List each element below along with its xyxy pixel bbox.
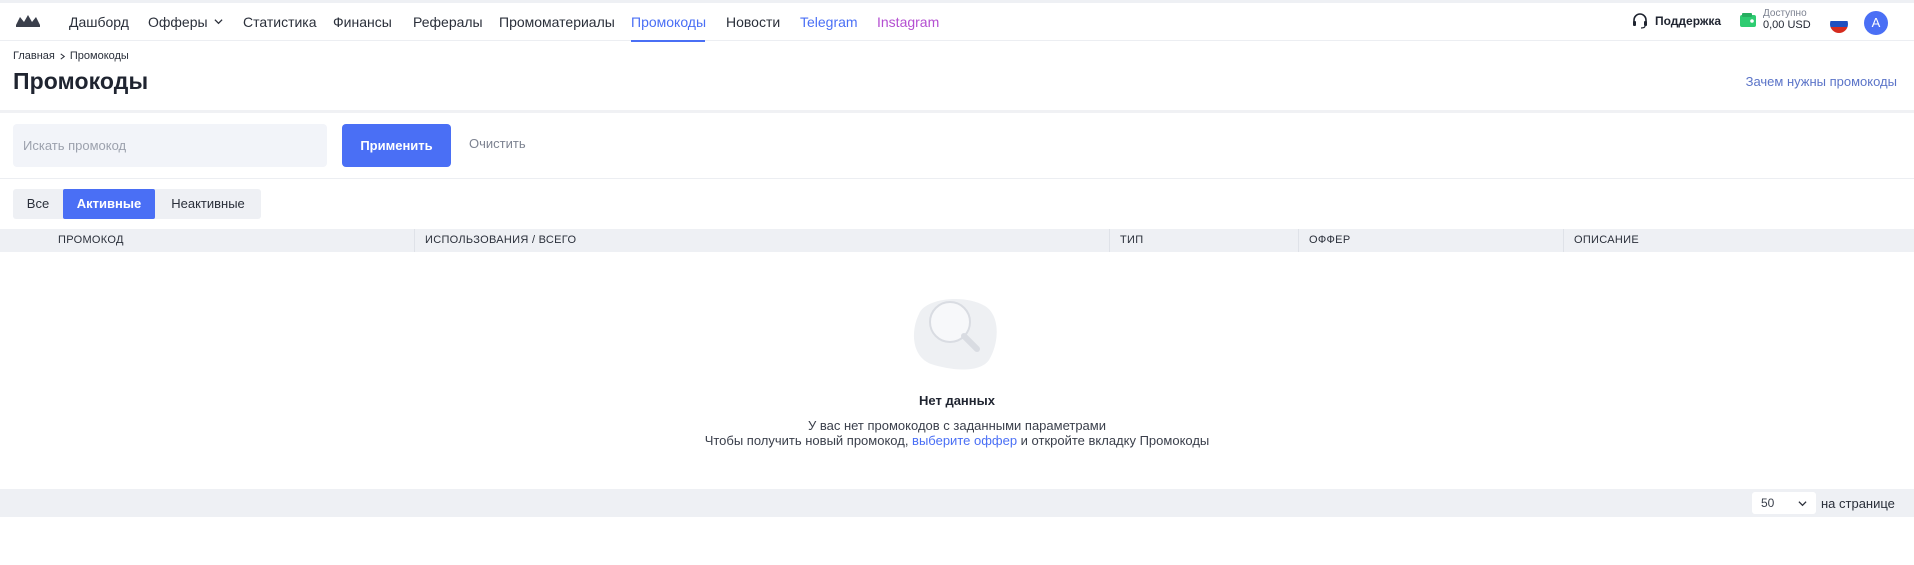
wallet-icon [1740,12,1756,27]
divider [0,110,1914,113]
brand-logo-icon[interactable] [14,13,42,29]
apply-button[interactable]: Применить [342,124,451,167]
table-header: ПРОМОКОД ИСПОЛЬЗОВАНИЯ / ВСЕГО ТИП ОФФЕР… [0,229,1914,252]
balance-text: Доступно 0,00 USD [1763,8,1811,31]
empty-hint-before: Чтобы получить новый промокод, [704,433,913,448]
column-divider [1298,229,1299,252]
breadcrumb: Главная Промокоды [13,50,129,62]
per-page-label: на странице [1821,496,1895,511]
column-divider [1563,229,1564,252]
empty-state-title: Нет данных [919,393,995,408]
pagination-bar: 50 на странице [0,489,1914,517]
clear-button[interactable]: Очистить [469,136,526,151]
column-header-offer[interactable]: ОФФЕР [1309,229,1350,252]
empty-state-hint: Чтобы получить новый промокод, выберите … [0,433,1914,448]
nav-item-offers-label: Офферы [148,14,208,30]
headset-icon [1633,13,1647,29]
active-nav-underline [631,40,705,42]
tab-inactive[interactable]: Неактивные [155,189,261,219]
tab-all[interactable]: Все [13,189,63,219]
nav-item-telegram[interactable]: Telegram [800,14,858,30]
nav-item-instagram[interactable]: Instagram [877,14,939,30]
support-label: Поддержка [1655,14,1722,28]
divider [0,178,1914,179]
chevron-down-icon [214,19,223,25]
nav-item-dashboard[interactable]: Дашборд [69,14,129,30]
magnifier-illustration-icon [914,299,997,370]
balance-value: 0,00 USD [1763,19,1811,31]
column-header-promocode[interactable]: ПРОМОКОД [58,229,124,252]
column-header-usages[interactable]: ИСПОЛЬЗОВАНИЯ / ВСЕГО [425,229,576,252]
chevron-down-icon [1798,501,1807,507]
breadcrumb-home[interactable]: Главная [13,50,55,62]
nav-item-promo-materials[interactable]: Промоматериалы [499,14,615,30]
search-input[interactable] [13,124,327,167]
empty-hint-after: и откройте вкладку Промокоды [1017,433,1210,448]
why-promocodes-link[interactable]: Зачем нужны промокоды [1746,74,1897,89]
tab-active[interactable]: Активные [63,189,155,219]
nav-item-referrals[interactable]: Рефералы [413,14,483,30]
choose-offer-link[interactable]: выберите оффер [912,433,1017,448]
per-page-value: 50 [1761,496,1775,510]
nav-item-finance[interactable]: Финансы [333,14,392,30]
nav-item-news[interactable]: Новости [726,14,780,30]
chevron-right-icon [60,52,65,60]
balance-label: Доступно [1763,8,1807,19]
column-divider [1109,229,1110,252]
column-divider [414,229,415,252]
nav-item-statistics[interactable]: Статистика [243,14,317,30]
nav-item-promocodes[interactable]: Промокоды [631,14,706,30]
column-header-description[interactable]: ОПИСАНИЕ [1574,229,1639,252]
russia-flag-icon[interactable] [1830,15,1848,33]
breadcrumb-current: Промокоды [69,50,129,62]
support-button[interactable]: Поддержка [1631,12,1721,30]
empty-state-text: У вас нет промокодов с заданными парамет… [807,418,1106,433]
status-tabs: Все Активные Неактивные [13,189,261,219]
avatar[interactable]: A [1864,11,1888,35]
page-title: Промокоды [13,68,149,94]
column-header-type[interactable]: ТИП [1120,229,1143,252]
per-page-select[interactable]: 50 [1752,492,1816,514]
nav-item-offers[interactable]: Офферы [148,14,223,30]
top-navbar: Дашборд Офферы Статистика Финансы Рефера… [0,3,1914,42]
balance-widget[interactable]: Доступно 0,00 USD [1739,8,1811,31]
